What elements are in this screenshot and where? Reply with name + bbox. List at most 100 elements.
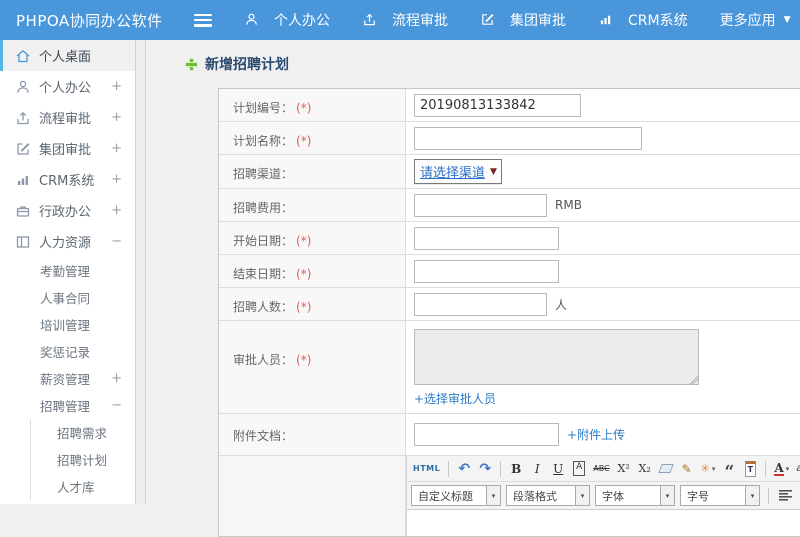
caret-down-icon: ▾: [486, 486, 500, 505]
sidebar-item-rewards[interactable]: 奖惩记录: [0, 338, 135, 365]
field-label: 开始日期：: [233, 234, 294, 248]
approvers-textarea[interactable]: [414, 329, 699, 385]
sidebar-item-admin-office[interactable]: 行政办公 +: [0, 195, 135, 226]
sidebar-item-hr[interactable]: 人力资源 −: [0, 226, 135, 257]
subscript-button[interactable]: X₂: [636, 459, 654, 478]
bold-button[interactable]: B: [507, 459, 525, 478]
channel-select[interactable]: 请选择渠道 ▼: [414, 159, 502, 184]
expand-toggle[interactable]: +: [111, 172, 122, 187]
caret-down-icon: ▾: [575, 486, 589, 505]
user-icon: [15, 79, 31, 95]
collapse-toggle[interactable]: −: [111, 234, 122, 249]
headcount-input[interactable]: [414, 292, 547, 316]
paragraph-format-combo[interactable]: 段落格式 ▾: [506, 485, 590, 506]
topnav-label: CRM系统: [628, 13, 688, 29]
sidebar-item-hr-contract[interactable]: 人事合同: [0, 284, 135, 311]
end-date-input[interactable]: [414, 259, 559, 283]
menu-icon[interactable]: [194, 13, 212, 27]
italic-button[interactable]: I: [528, 459, 546, 478]
superscript-button[interactable]: X²: [615, 459, 633, 478]
caret-down-icon: ▾: [745, 486, 759, 505]
sidebar-item-group-approval[interactable]: 集团审批 +: [0, 133, 135, 164]
expand-toggle[interactable]: +: [111, 141, 122, 156]
undo-button[interactable]: ↶: [455, 459, 473, 478]
sidebar-item-recruit-mgmt[interactable]: 招聘管理 −: [0, 392, 135, 419]
edit-icon: [15, 141, 31, 157]
sidebar-item-personal-office[interactable]: 个人办公 +: [0, 71, 135, 102]
process-approval-icon: [15, 110, 31, 126]
clipboard-t-icon: T: [744, 460, 757, 477]
expand-toggle[interactable]: +: [111, 79, 122, 94]
align-left-button[interactable]: [777, 486, 795, 505]
form-row-end-date: 结束日期： (*): [219, 255, 800, 288]
sidebar-item-recruit-demand[interactable]: 招聘需求: [31, 419, 135, 446]
caret-down-icon: ▾: [711, 464, 716, 473]
field-label: 招聘费用：: [233, 201, 294, 215]
sidebar-item-label: 个人办公: [39, 81, 92, 96]
blockquote-button[interactable]: “: [720, 456, 738, 481]
format-brush-button[interactable]: ✎: [678, 459, 696, 478]
custom-title-combo[interactable]: 自定义标题 ▾: [411, 485, 501, 506]
field-label: 计划名称：: [233, 134, 294, 148]
font-family-combo[interactable]: 字体 ▾: [595, 485, 675, 506]
attachment-input[interactable]: [414, 423, 559, 446]
sidebar-item-personal-desktop[interactable]: 个人桌面: [0, 40, 135, 71]
select-approvers-link[interactable]: +选择审批人员: [414, 390, 496, 407]
top-bar: PHPOA协同办公软件 个人办公 流程审批 集团审批 CRM系统 更多应用 ▼: [0, 0, 800, 40]
sidebar-item-training[interactable]: 培训管理: [0, 311, 135, 338]
underline-button[interactable]: U: [549, 459, 567, 478]
form-row-plan-number: 计划编号： (*): [219, 89, 800, 122]
highlight-color-button[interactable]: ab✎▾: [794, 459, 800, 478]
editor-toolbar-row1: HTML ↶ ↷ B I U A ABC X² X₂ ✎ ✳ ▾ “ T A ▾: [407, 456, 800, 482]
caret-down-icon: ▼: [783, 15, 791, 25]
topnav-label: 流程审批: [392, 13, 448, 29]
cost-input[interactable]: [414, 193, 547, 217]
topnav-personal-office[interactable]: 个人办公: [244, 10, 330, 30]
paste-as-text-button[interactable]: T: [741, 459, 759, 478]
expand-toggle[interactable]: +: [111, 110, 122, 125]
expand-toggle[interactable]: +: [111, 371, 122, 386]
emoticon-button[interactable]: ✳ ▾: [699, 459, 718, 478]
form-row-approvers: 审批人员： (*) +选择审批人员: [219, 321, 800, 414]
sidebar-item-label: 个人桌面: [39, 50, 92, 65]
topnav-process-approval[interactable]: 流程审批: [362, 10, 448, 30]
topnav-crm[interactable]: CRM系统: [598, 10, 688, 30]
add-plus-icon: [186, 58, 197, 70]
caret-down-icon: ▾: [785, 464, 790, 473]
remove-format-button[interactable]: [657, 459, 675, 478]
sidebar-item-recruit-plan[interactable]: 招聘计划: [31, 446, 135, 473]
font-size-combo[interactable]: 字号 ▾: [680, 485, 760, 506]
html-source-button[interactable]: HTML: [411, 459, 442, 478]
bar-chart-icon: [598, 12, 614, 28]
start-date-input[interactable]: [414, 226, 559, 250]
boxed-a-icon: A: [573, 461, 586, 476]
edit-icon: [480, 12, 496, 28]
process-approval-icon: [362, 12, 378, 28]
strikethrough-button[interactable]: ABC: [591, 459, 611, 478]
form-row-start-date: 开始日期： (*): [219, 222, 800, 255]
sidebar-item-attendance[interactable]: 考勤管理: [0, 257, 135, 284]
required-mark: (*): [296, 267, 312, 281]
font-style-button[interactable]: A: [570, 459, 588, 478]
expand-toggle[interactable]: +: [111, 203, 122, 218]
form-row-cost: 招聘费用： RMB: [219, 189, 800, 222]
topnav-more-apps[interactable]: 更多应用 ▼: [720, 10, 791, 30]
required-mark: (*): [296, 353, 312, 367]
font-color-button[interactable]: A ▾: [772, 459, 791, 478]
sidebar-item-process-approval[interactable]: 流程审批 +: [0, 102, 135, 133]
field-label: 招聘渠道：: [233, 167, 294, 181]
sidebar-item-talent-pool[interactable]: 人才库: [31, 473, 135, 500]
redo-button[interactable]: ↷: [476, 459, 494, 478]
editor-toolbar-row2: 自定义标题 ▾ 段落格式 ▾ 字体 ▾ 字号 ▾: [407, 482, 800, 510]
form-row-plan-name: 计划名称： (*): [219, 122, 800, 155]
topnav-group-approval[interactable]: 集团审批: [480, 10, 566, 30]
plan-name-input[interactable]: [414, 126, 642, 150]
collapse-toggle[interactable]: −: [111, 398, 122, 413]
main-content: 新增招聘计划 计划编号：(*) 计划名称：(*) 招聘渠道： 请选择渠道 ▼: [146, 40, 800, 537]
plan-number-input[interactable]: [414, 93, 581, 117]
editor-content-area[interactable]: [407, 510, 800, 536]
sidebar-item-salary[interactable]: 薪资管理 +: [0, 365, 135, 392]
upload-attachment-link[interactable]: +附件上传: [567, 426, 625, 443]
sidebar-item-crm[interactable]: CRM系统 +: [0, 164, 135, 195]
sidebar-scrollbar[interactable]: [135, 40, 146, 504]
